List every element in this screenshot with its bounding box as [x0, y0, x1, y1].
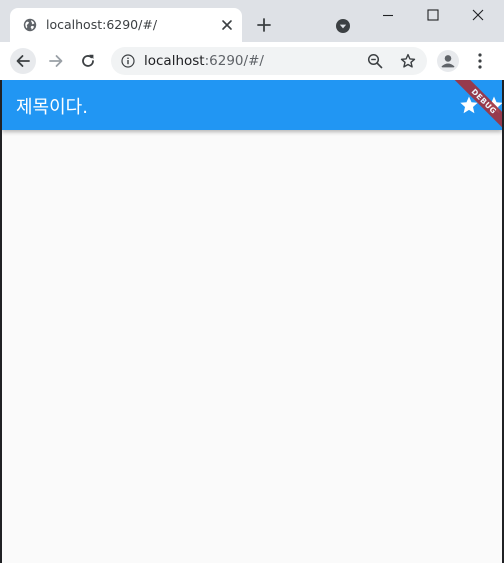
browser-title-bar: localhost:6290/#/ [0, 0, 504, 42]
browser-tab[interactable]: localhost:6290/#/ [10, 8, 242, 42]
reload-button[interactable] [75, 48, 101, 74]
tab-title: localhost:6290/#/ [46, 17, 158, 32]
maximize-icon[interactable] [426, 8, 440, 22]
person-icon [441, 55, 455, 68]
close-icon[interactable] [220, 18, 234, 32]
info-icon[interactable] [121, 54, 135, 68]
url-text[interactable]: localhost:6290/#/ [144, 53, 264, 69]
star-outline-icon[interactable] [400, 53, 416, 69]
browser-toolbar: localhost:6290/#/ [0, 42, 504, 80]
address-bar[interactable]: localhost:6290/#/ [111, 47, 427, 75]
url-host: localhost [144, 53, 205, 69]
back-button[interactable] [10, 48, 36, 74]
plus-icon[interactable] [256, 17, 272, 33]
back-arrow-icon [16, 55, 30, 67]
url-path: :6290/#/ [204, 53, 264, 69]
app-bar-title: 제목이다. [16, 97, 88, 118]
minimize-icon[interactable] [381, 8, 395, 22]
zoom-out-icon[interactable] [367, 53, 383, 69]
close-window-icon[interactable] [471, 8, 485, 22]
tab-search-icon[interactable] [335, 18, 351, 34]
reload-icon [82, 54, 94, 67]
profile-button[interactable] [437, 50, 459, 72]
kebab-menu-icon[interactable] [471, 51, 489, 71]
forward-button[interactable] [43, 48, 69, 74]
globe-icon [23, 18, 37, 32]
forward-arrow-icon [49, 55, 63, 67]
page-content: 제목이다. DEBUG [2, 80, 502, 563]
app-bar: 제목이다. DEBUG [2, 80, 502, 134]
